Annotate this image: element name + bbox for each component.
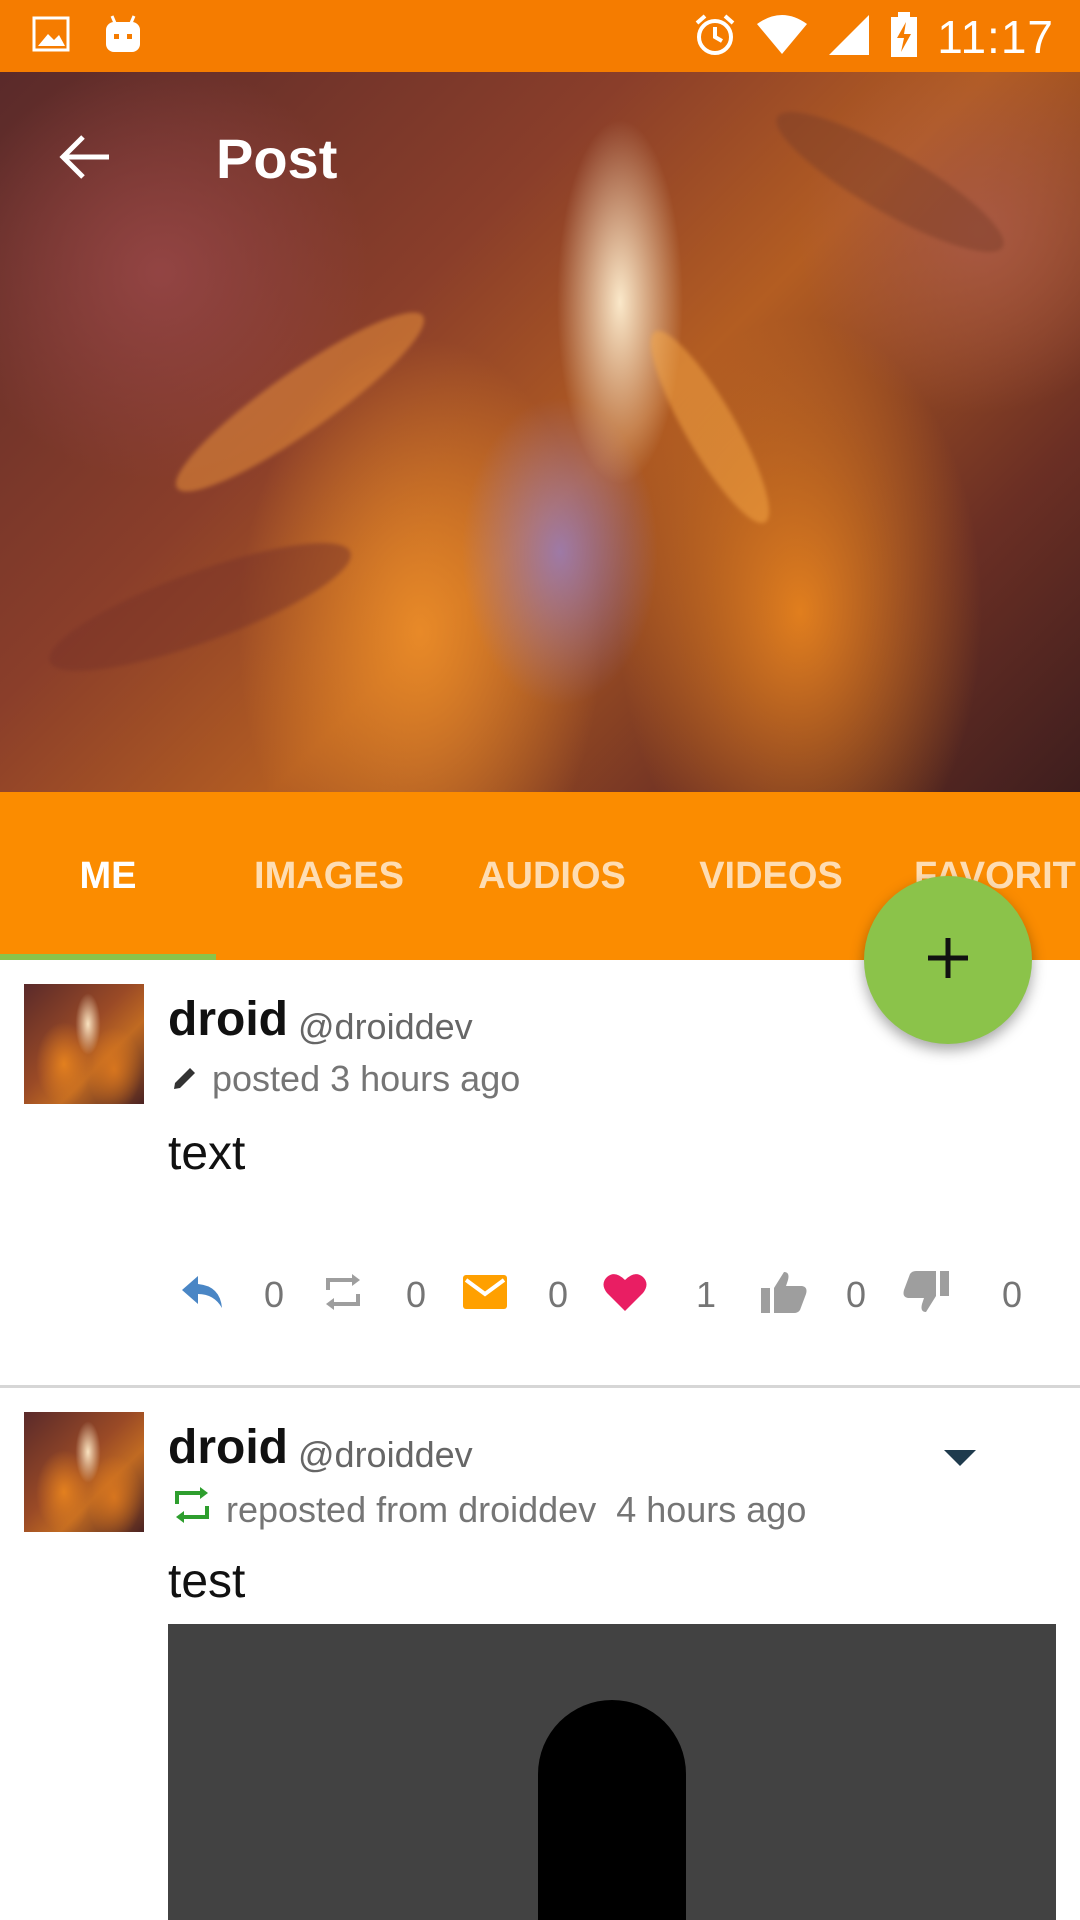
thumb-up-count: 0 [846, 1274, 867, 1315]
chevron-down-icon [940, 1450, 980, 1474]
image-icon [32, 16, 70, 57]
tab-indicator [0, 954, 216, 960]
media-silhouette [538, 1700, 686, 1920]
post-author-name[interactable]: droid [168, 992, 288, 1047]
alarm-icon [693, 13, 737, 62]
repost-count: 0 [406, 1274, 427, 1315]
tab-me[interactable]: ME [0, 792, 216, 960]
post-time: posted 3 hours ago [212, 1058, 521, 1099]
reply-icon [180, 1272, 224, 1317]
status-bar: 11:17 [0, 0, 1080, 72]
battery-charging-icon [889, 11, 919, 63]
header-image [0, 72, 1080, 792]
post-divider [0, 1385, 1080, 1388]
signal-icon [827, 13, 871, 62]
post-author-handle[interactable]: @droiddev [298, 1434, 473, 1476]
repost-icon [172, 1484, 212, 1535]
tab-videos[interactable]: VIDEOS [662, 792, 880, 960]
message-count: 0 [548, 1274, 569, 1315]
reply-count: 0 [264, 1274, 285, 1315]
android-icon [104, 14, 142, 59]
heart-icon [602, 1271, 648, 1318]
like-count: 1 [696, 1274, 717, 1315]
post-actions: 0 0 0 1 0 0 [180, 1264, 1050, 1324]
pencil-icon [172, 1058, 198, 1100]
repost-icon [322, 1272, 364, 1317]
wifi-icon [755, 14, 809, 61]
page-title: Post [216, 127, 338, 190]
like-button[interactable]: 1 [602, 1264, 716, 1324]
tab-images[interactable]: IMAGES [216, 792, 442, 960]
thumb-down-icon [902, 1270, 950, 1319]
tab-audios[interactable]: AUDIOS [442, 792, 662, 960]
thumb-up-button[interactable]: 0 [760, 1264, 870, 1324]
mail-icon [462, 1274, 508, 1315]
thumb-down-count: 0 [1002, 1274, 1023, 1315]
avatar[interactable] [24, 1412, 144, 1532]
repost-button[interactable]: 0 [322, 1264, 432, 1324]
arrow-back-icon [59, 134, 111, 185]
post-meta: reposted from droiddev 4 hours ago [172, 1484, 806, 1535]
plus-icon [924, 934, 972, 987]
post-body: text [168, 1127, 246, 1180]
status-time: 11:17 [937, 11, 1054, 63]
post-time: 4 hours ago [616, 1488, 807, 1530]
post-author-handle[interactable]: @droiddev [298, 1006, 473, 1048]
add-post-button[interactable] [864, 876, 1032, 1044]
back-button[interactable] [54, 128, 116, 190]
post-media-placeholder[interactable] [168, 1624, 1056, 1920]
message-button[interactable]: 0 [462, 1264, 572, 1324]
repost-source: reposted from droiddev [226, 1488, 597, 1530]
post-body: test [168, 1555, 246, 1608]
post-author-name[interactable]: droid [168, 1420, 288, 1475]
thumb-down-button[interactable]: 0 [902, 1264, 1032, 1324]
post-menu-button[interactable] [940, 1446, 980, 1476]
reply-button[interactable]: 0 [180, 1264, 290, 1324]
post-meta: posted 3 hours ago [172, 1058, 520, 1100]
avatar[interactable] [24, 984, 144, 1104]
thumb-up-icon [760, 1270, 808, 1319]
